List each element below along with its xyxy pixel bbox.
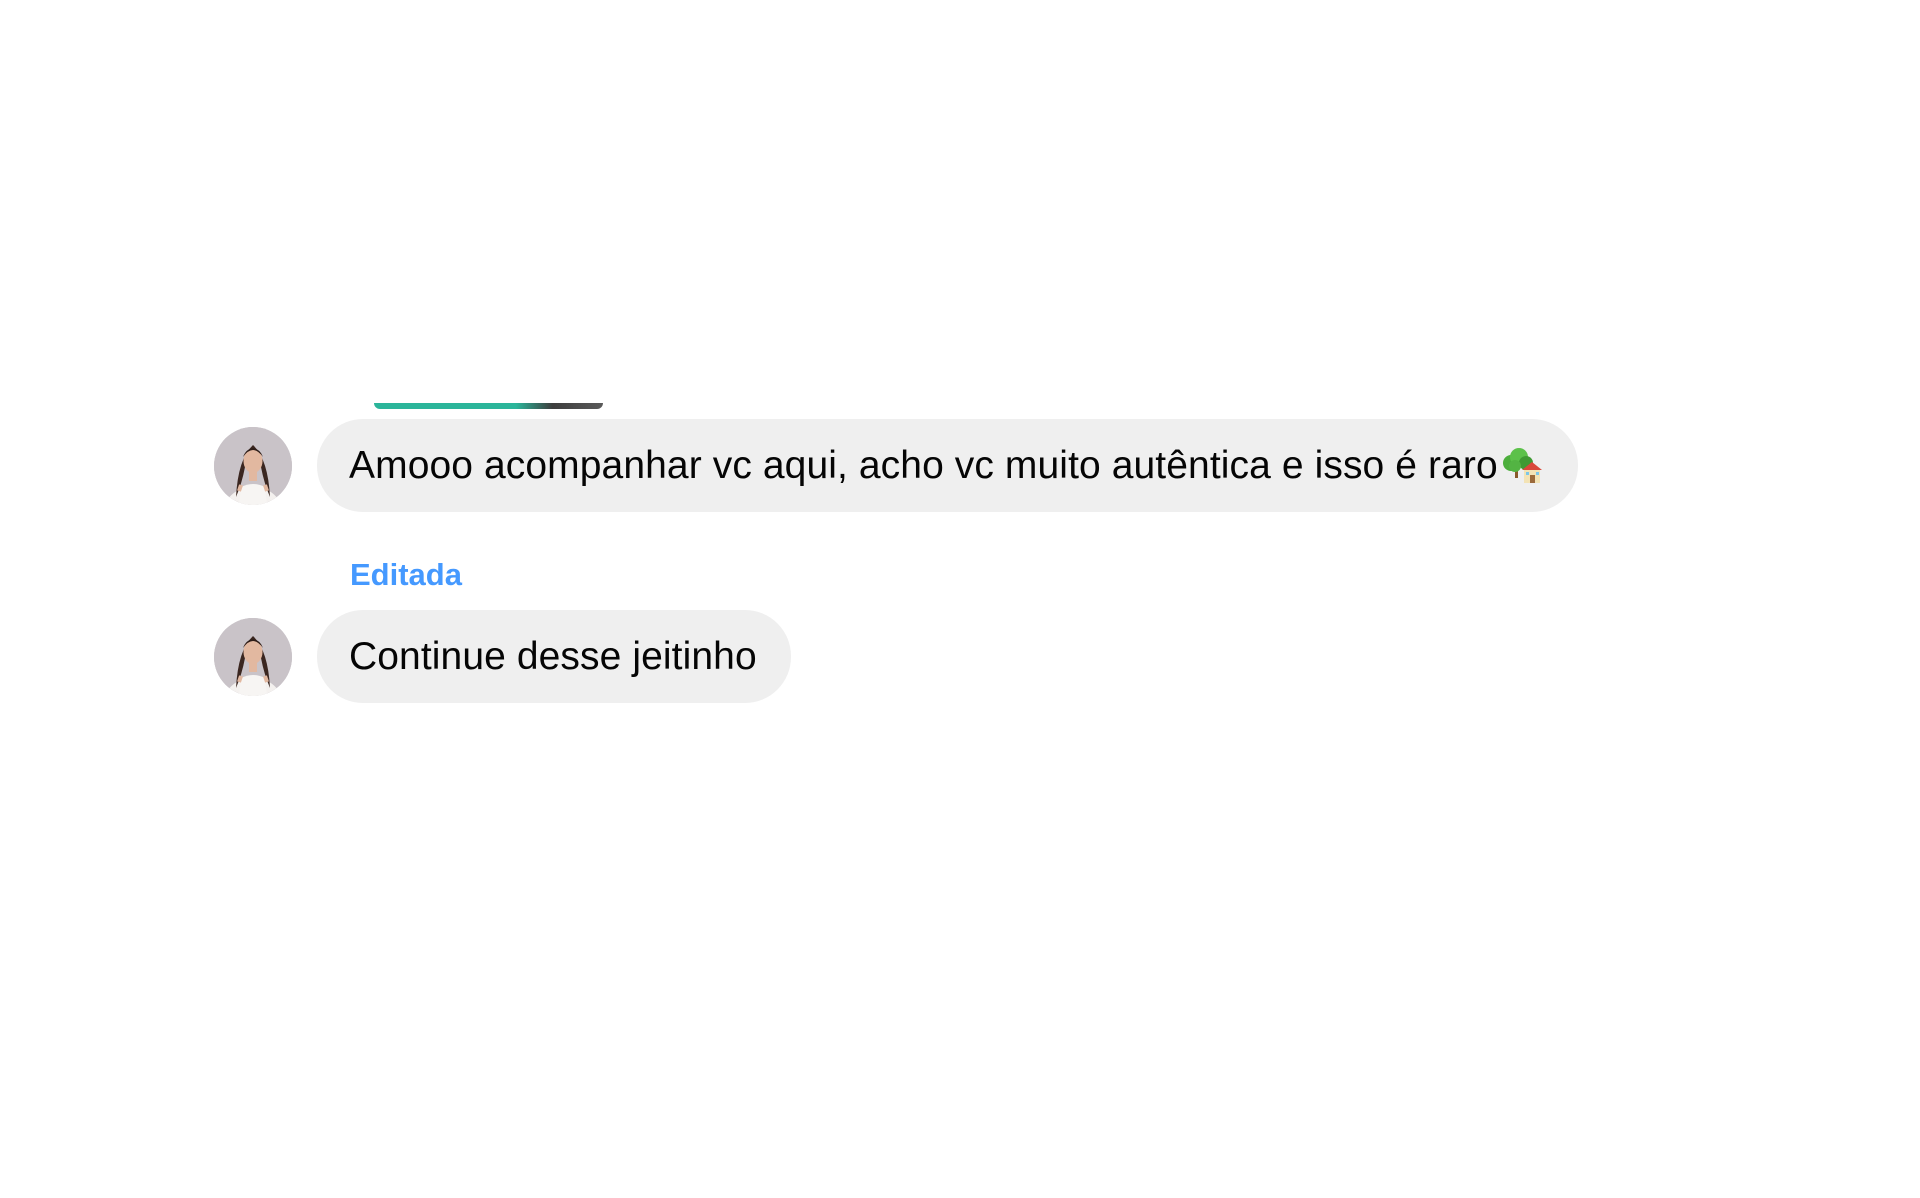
avatar[interactable]	[214, 617, 292, 696]
avatar-image	[214, 426, 292, 505]
message-row: Amooo acompanhar vc aqui, acho vc muito …	[214, 419, 1578, 512]
message-text: Amooo acompanhar vc aqui, acho vc muito …	[349, 443, 1498, 487]
message-row: Continue desse jeitinho	[214, 610, 791, 703]
edited-label: Editada	[350, 557, 462, 592]
previous-attachment-edge[interactable]	[374, 403, 603, 409]
chat-thread: Amooo acompanhar vc aqui, acho vc muito …	[0, 0, 1920, 1198]
message-bubble[interactable]: Continue desse jeitinho	[317, 610, 791, 703]
message-text: Continue desse jeitinho	[349, 634, 757, 678]
house-with-tree-emoji	[1500, 444, 1544, 488]
avatar-image	[214, 617, 292, 696]
message-bubble[interactable]: Amooo acompanhar vc aqui, acho vc muito …	[317, 419, 1578, 512]
avatar[interactable]	[214, 426, 292, 505]
